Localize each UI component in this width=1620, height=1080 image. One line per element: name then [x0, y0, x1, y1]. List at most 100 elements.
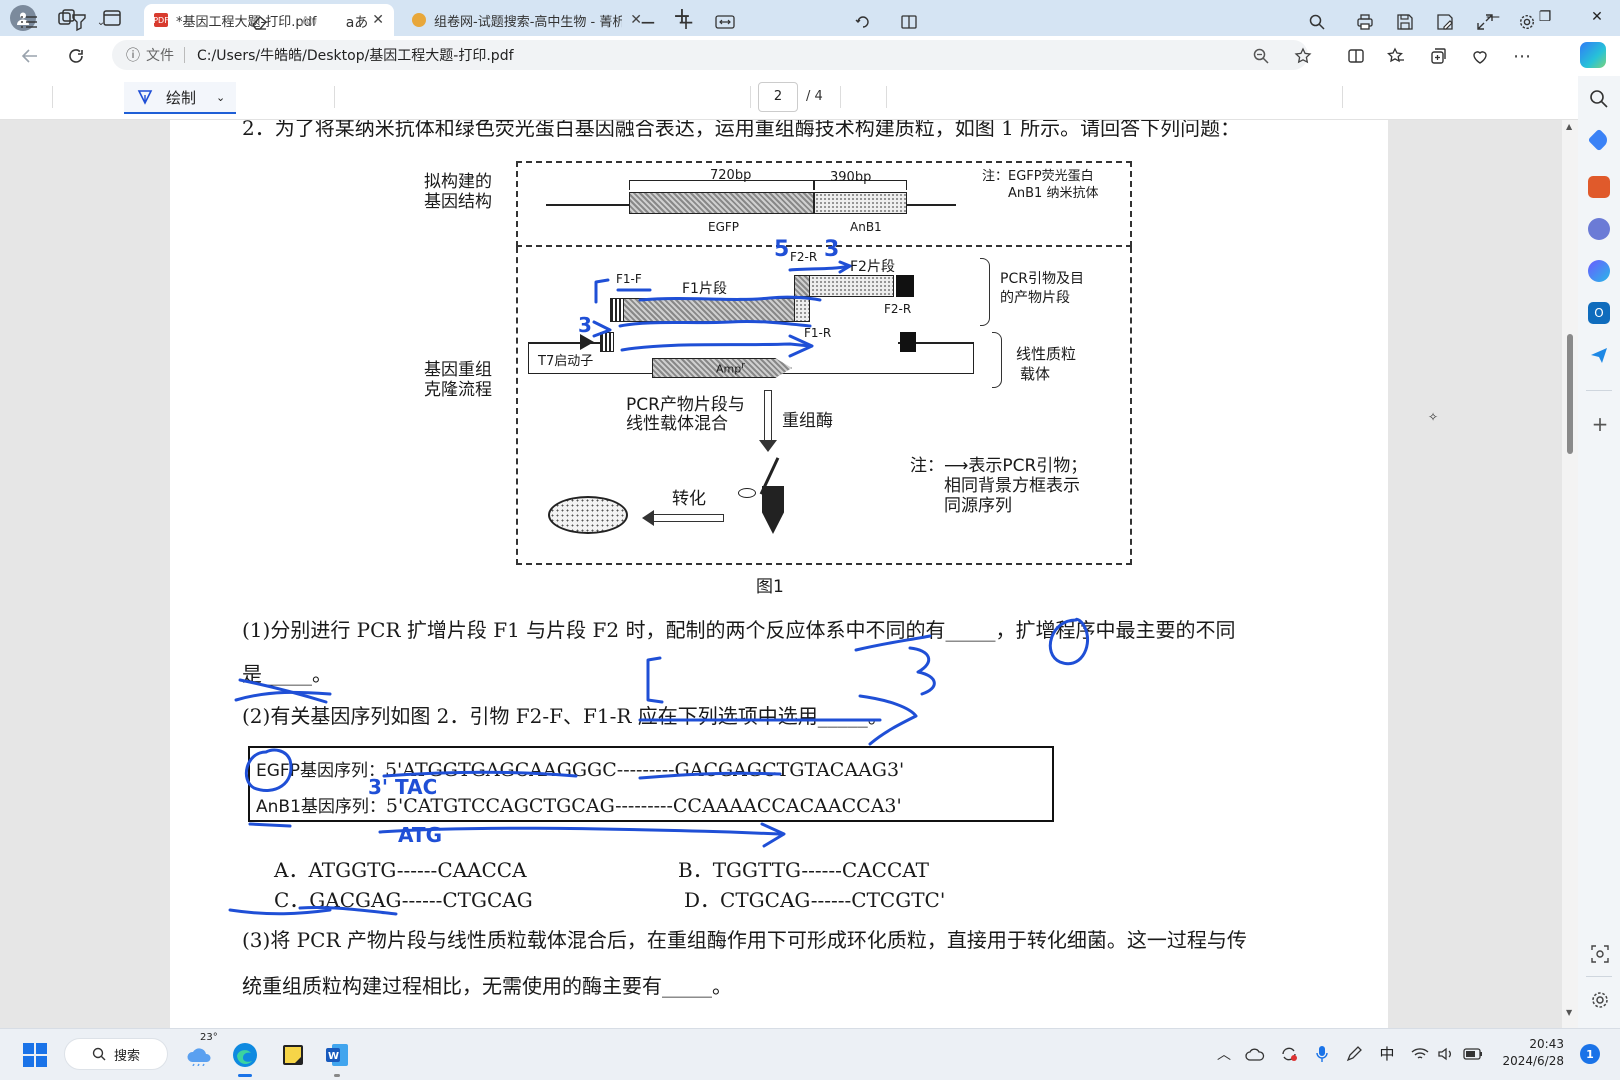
transform-arrowhead — [642, 510, 654, 526]
sidebar-settings-icon[interactable] — [1590, 990, 1610, 1010]
close-tab-icon[interactable]: ✕ — [372, 12, 384, 28]
anb1-sequence-row: AnB1基因序列：5'CATGTCCAGCTGCAG---------CCAAA… — [256, 792, 902, 817]
sticky-notes-icon[interactable] — [278, 1040, 308, 1070]
volume-icon[interactable] — [1436, 1044, 1456, 1064]
wifi-icon[interactable] — [1410, 1044, 1430, 1064]
tools-briefcase-icon[interactable] — [1588, 176, 1610, 198]
option-b[interactable]: B．TGGTTG------CACCAT — [678, 854, 929, 883]
show-hidden-icons[interactable]: ︿ — [1214, 1044, 1234, 1064]
battery-icon[interactable] — [1462, 1044, 1484, 1064]
option-a[interactable]: A．ATGGTG------CAACCA — [274, 854, 527, 883]
close-window-button[interactable]: ✕ — [1574, 0, 1620, 34]
tab-zujuan[interactable]: 组卷网-试题搜索-高中生物 - 菁析 ✕ — [402, 4, 652, 36]
performance-icon[interactable] — [1464, 40, 1496, 72]
word-icon[interactable]: W — [322, 1040, 352, 1070]
page-number-input[interactable]: 2 — [758, 82, 798, 112]
egfp-sequence: 5'ATGGTGAGCAAGGGC---------GACGAGCTGTACAA… — [384, 759, 905, 781]
collections-icon[interactable] — [1422, 40, 1454, 72]
clock[interactable]: 20:43 2024/6/28 — [1500, 1036, 1564, 1072]
pdf-page[interactable]: 2．为了将某纳米抗体和绿色荧光蛋白基因融合表达，运用重组酶技术构建质粒，如图 1… — [170, 120, 1388, 1028]
sync-alert-icon[interactable] — [1278, 1044, 1300, 1064]
draw-button[interactable]: 绘制 ⌄ — [124, 82, 236, 114]
url-text[interactable]: C:/Users/牛皓皓/Desktop/基因工程大题-打印.pdf — [197, 45, 514, 65]
favorite-star-icon[interactable] — [1287, 40, 1319, 72]
page-total: / 4 — [806, 89, 823, 104]
microphone-icon[interactable] — [1312, 1044, 1332, 1064]
zoom-icon[interactable] — [1245, 40, 1277, 72]
back-button[interactable] — [14, 40, 46, 72]
scroll-down-arrow[interactable]: ▼ — [1566, 1008, 1572, 1017]
recombinase-arrowhead — [759, 440, 777, 452]
figure-caption: 图1 — [756, 577, 784, 597]
question-1-line-1: (1)分别进行 PCR 扩增片段 F1 与片段 F2 时，配制的两个反应体系中不… — [242, 618, 1236, 642]
taskbar-search[interactable]: 搜索 — [64, 1038, 168, 1070]
save-icon[interactable] — [1390, 8, 1420, 36]
outlook-icon[interactable]: O — [1588, 302, 1610, 324]
zoom-out-button[interactable]: − — [634, 8, 662, 36]
mix-label: PCR产物片段与 线性载体混合 — [626, 395, 745, 434]
rotate-icon[interactable] — [848, 8, 878, 36]
highlight-button[interactable]: ⌄ — [62, 8, 112, 36]
start-button[interactable] — [20, 1040, 50, 1070]
divider — [1586, 390, 1612, 391]
read-aloud-icon[interactable]: A)) — [294, 8, 324, 36]
translate-button[interactable]: aあ — [342, 8, 372, 36]
ink-atg: ATG — [398, 823, 442, 847]
search-icon — [92, 1047, 106, 1061]
more-options-icon[interactable]: ⋯ — [1506, 40, 1538, 72]
eraser-icon[interactable] — [244, 8, 274, 36]
label-construct: 拟构建的 基因结构 — [424, 172, 492, 212]
sidebar-search-icon[interactable] — [1588, 88, 1610, 110]
windows-logo-icon — [23, 1043, 47, 1067]
divider — [886, 86, 887, 108]
send-icon[interactable] — [1588, 344, 1610, 366]
scroll-up-arrow[interactable]: ▲ — [1566, 122, 1572, 131]
label-flow: 基因重组 克隆流程 — [424, 360, 492, 400]
egfp-label: EGFP — [708, 220, 740, 234]
edge-taskbar-icon[interactable] — [228, 1038, 262, 1072]
f2-overlap-box — [794, 275, 810, 297]
divider — [1342, 86, 1343, 108]
plasmid-homology-box-left — [600, 332, 614, 352]
pen-menu-icon[interactable] — [1344, 1044, 1364, 1064]
recombinase-arrow — [764, 390, 772, 442]
scrollbar[interactable]: ▲ ▼ — [1562, 120, 1578, 1028]
copilot-icon[interactable] — [1580, 42, 1606, 68]
weather-widget[interactable]: 23° — [182, 1032, 218, 1072]
favorites-icon[interactable] — [1380, 40, 1412, 72]
settings-gear-icon[interactable] — [1512, 8, 1542, 36]
t7-promoter-arrow — [580, 334, 594, 350]
fullscreen-icon[interactable] — [1470, 8, 1500, 36]
contents-icon[interactable] — [14, 8, 44, 36]
search-icon[interactable] — [1302, 8, 1332, 36]
option-d[interactable]: D．CTGCAG------CTCGTC' — [684, 884, 945, 913]
split-screen-icon[interactable] — [1340, 40, 1372, 72]
zoom-in-button[interactable]: + — [672, 8, 700, 36]
divider — [1586, 976, 1612, 977]
file-scheme-label: 文件 — [146, 48, 174, 64]
page-view-icon[interactable] — [894, 8, 924, 36]
option-c[interactable]: C．GACGAG------CTGCAG — [274, 884, 533, 913]
screenshot-icon[interactable] — [1590, 944, 1610, 964]
copilot-sidebar-icon[interactable] — [1588, 260, 1610, 282]
note-bottom: 注：⟶表示PCR引物； 相同背景方框表示 同源序列 — [910, 456, 1088, 516]
pdf-icon: PDF — [153, 13, 169, 27]
tab-title: 组卷网-试题搜索-高中生物 - 菁析 — [434, 14, 623, 30]
ink-underline-anb1 — [248, 822, 292, 828]
f1-homology-box — [610, 298, 624, 322]
zujuan-icon — [412, 13, 426, 27]
games-icon[interactable] — [1588, 218, 1610, 240]
print-icon[interactable] — [1350, 8, 1380, 36]
onedrive-icon[interactable] — [1244, 1044, 1266, 1064]
scroll-thumb[interactable] — [1567, 334, 1573, 454]
ime-indicator[interactable]: 中 — [1376, 1042, 1398, 1064]
add-sidebar-app-icon[interactable]: + — [1590, 414, 1610, 434]
info-icon[interactable]: ⓘ — [126, 45, 140, 65]
fit-width-icon[interactable] — [710, 8, 740, 36]
notification-badge[interactable]: 1 — [1580, 1044, 1600, 1064]
address-bar[interactable]: ⓘ 文件 C:/Users/牛皓皓/Desktop/基因工程大题-打印.pdf — [112, 40, 1308, 70]
anb1-bp-label: 390bp — [830, 170, 872, 185]
petri-dish — [548, 496, 628, 534]
refresh-button[interactable] — [60, 40, 92, 72]
save-as-icon[interactable] — [1430, 8, 1460, 36]
